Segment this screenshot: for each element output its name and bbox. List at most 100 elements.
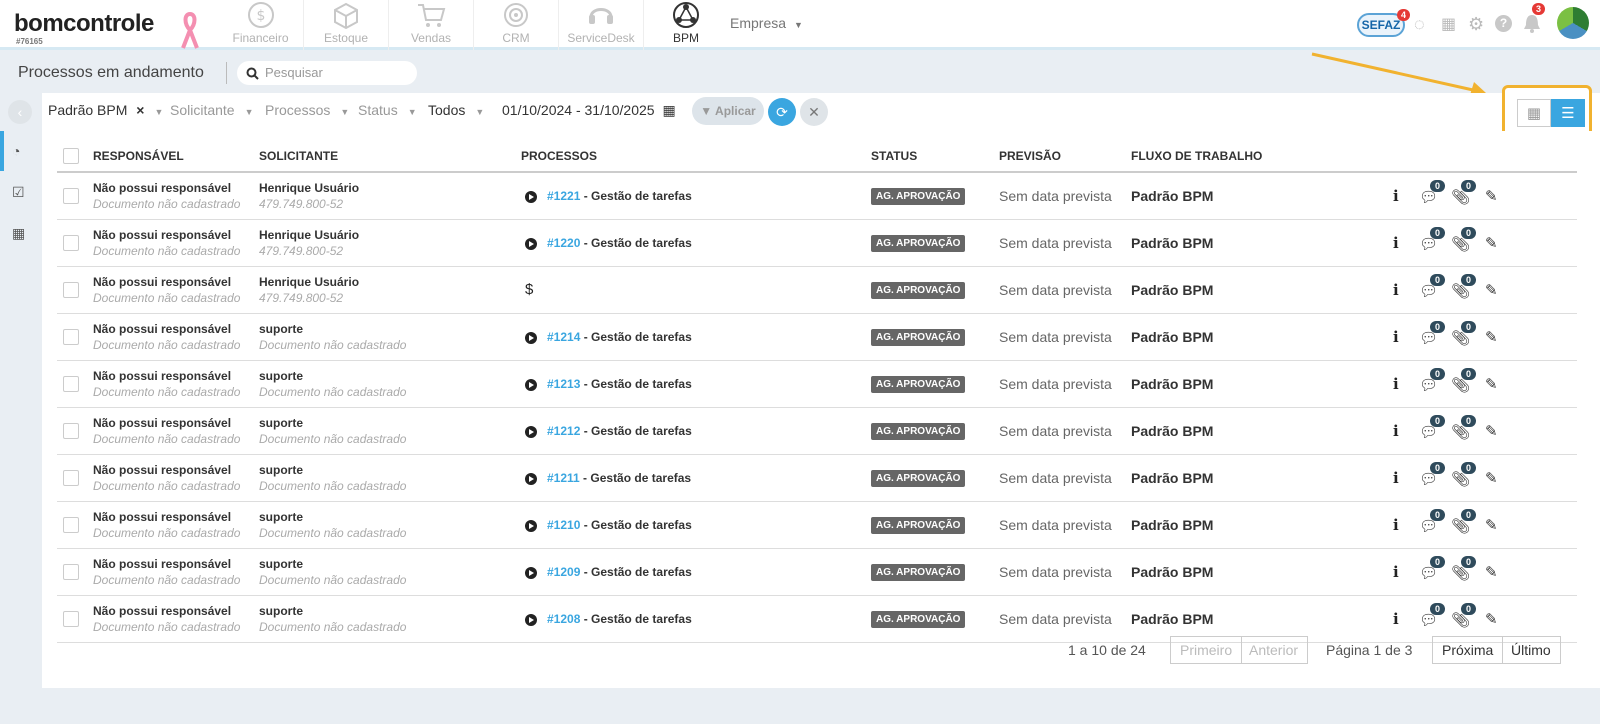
dashboard-icon[interactable]: ◔ <box>12 143 20 159</box>
info-icon[interactable]: i <box>1393 375 1399 393</box>
table-row[interactable]: Não possui responsável Documento não cada… <box>57 501 1577 549</box>
header-requester[interactable]: SOLICITANTE <box>259 140 521 173</box>
select-all-checkbox[interactable] <box>63 147 79 164</box>
row-checkbox[interactable] <box>63 281 79 298</box>
help-icon[interactable]: ? <box>1495 15 1512 32</box>
play-icon[interactable] <box>525 378 537 391</box>
process-id-link[interactable]: #1214 <box>547 330 580 344</box>
module-bpm[interactable]: BPM <box>643 0 728 50</box>
module-servicedesk[interactable]: ServiceDesk <box>558 0 643 50</box>
edit-icon[interactable]: ✎ <box>1485 281 1498 299</box>
process-id-link[interactable]: #1209 <box>547 565 580 579</box>
bell-icon[interactable] <box>1523 14 1541 39</box>
header-status[interactable]: STATUS <box>871 140 999 173</box>
filter-all[interactable]: Todos ▼ <box>428 102 484 118</box>
company-dropdown[interactable]: Empresa ▼ <box>730 15 803 31</box>
play-icon[interactable] <box>525 425 537 438</box>
row-checkbox[interactable] <box>63 516 79 533</box>
module-financeiro[interactable]: $ Financeiro <box>218 0 303 50</box>
row-checkbox[interactable] <box>63 187 79 204</box>
filter-requester[interactable]: Solicitante ▼ <box>170 102 254 118</box>
back-button[interactable]: ‹ <box>8 100 32 124</box>
info-icon[interactable]: i <box>1393 187 1399 205</box>
process-id-link[interactable]: #1212 <box>547 424 580 438</box>
process-id-link[interactable]: #1210 <box>547 518 580 532</box>
grid-view-button[interactable]: ▦ <box>1517 99 1551 127</box>
search-input[interactable]: Pesquisar <box>237 61 417 85</box>
edit-icon[interactable]: ✎ <box>1485 469 1498 487</box>
table-row[interactable]: Não possui responsável Documento não cada… <box>57 360 1577 408</box>
process-id-link[interactable]: #1220 <box>547 236 580 250</box>
info-icon[interactable]: i <box>1393 563 1399 581</box>
process-id-link[interactable]: #1208 <box>547 612 580 626</box>
play-icon[interactable] <box>525 472 537 485</box>
previous-page-button[interactable]: Anterior <box>1240 636 1309 664</box>
process-id-link[interactable]: #1213 <box>547 377 580 391</box>
row-checkbox[interactable] <box>63 328 79 345</box>
row-checkbox[interactable] <box>63 375 79 392</box>
play-icon[interactable] <box>525 331 537 344</box>
table-row[interactable]: Não possui responsável Documento não cada… <box>57 407 1577 455</box>
info-icon[interactable]: i <box>1393 610 1399 628</box>
table-row[interactable]: Não possui responsável Documento não cada… <box>57 219 1577 267</box>
info-icon[interactable]: i <box>1393 281 1399 299</box>
header-processes[interactable]: PROCESSOS <box>521 140 871 173</box>
process-id-link[interactable]: #1211 <box>547 471 580 485</box>
table-row[interactable]: Não possui responsável Documento não cada… <box>57 595 1577 643</box>
next-page-button[interactable]: Próxima <box>1432 636 1504 664</box>
row-checkbox[interactable] <box>63 563 79 580</box>
whatsapp-icon[interactable]: ◌ <box>1414 14 1425 35</box>
calendar-icon[interactable]: ▦ <box>12 225 25 242</box>
edit-icon[interactable]: ✎ <box>1485 234 1498 252</box>
module-estoque[interactable]: Estoque <box>303 0 388 50</box>
row-checkbox[interactable] <box>63 422 79 439</box>
date-range-picker[interactable]: 01/10/2024 - 31/10/2025 ▦ <box>502 102 676 119</box>
app-logo[interactable]: bomcontrole <box>14 10 154 38</box>
list-view-button[interactable]: ☰ <box>1551 99 1585 127</box>
header-forecast[interactable]: PREVISÃO <box>999 140 1131 173</box>
table-row[interactable]: Não possui responsável Documento não cada… <box>57 266 1577 314</box>
info-icon[interactable]: i <box>1393 234 1399 252</box>
row-checkbox[interactable] <box>63 234 79 251</box>
avatar[interactable] <box>1557 7 1589 39</box>
filter-processes[interactable]: Processos ▼ <box>265 102 349 118</box>
edit-icon[interactable]: ✎ <box>1485 422 1498 440</box>
info-icon[interactable]: i <box>1393 516 1399 534</box>
header-responsible[interactable]: RESPONSÁVEL <box>93 140 259 173</box>
refresh-button[interactable]: ⟳ <box>768 98 796 126</box>
checklist-icon[interactable]: ☑ <box>12 184 25 201</box>
edit-icon[interactable]: ✎ <box>1485 187 1498 205</box>
edit-icon[interactable]: ✎ <box>1485 375 1498 393</box>
table-row[interactable]: Não possui responsável Documento não cada… <box>57 548 1577 596</box>
header-workflow[interactable]: FLUXO DE TRABALHO <box>1131 140 1393 173</box>
first-page-button[interactable]: Primeiro <box>1170 636 1243 664</box>
module-crm[interactable]: CRM <box>473 0 558 50</box>
edit-icon[interactable]: ✎ <box>1485 563 1498 581</box>
info-icon[interactable]: i <box>1393 422 1399 440</box>
table-row[interactable]: Não possui responsável Documento não cada… <box>57 454 1577 502</box>
apply-button[interactable]: ▼ Aplicar <box>692 97 764 125</box>
play-icon[interactable] <box>525 190 537 203</box>
filter-workflow[interactable]: Padrão BPM × ▼ <box>48 102 163 118</box>
row-checkbox[interactable] <box>63 469 79 486</box>
process-id-link[interactable]: #1221 <box>547 189 580 203</box>
last-page-button[interactable]: Último <box>1502 636 1561 664</box>
play-icon[interactable] <box>525 237 537 250</box>
edit-icon[interactable]: ✎ <box>1485 516 1498 534</box>
play-icon[interactable] <box>525 613 537 626</box>
play-icon[interactable] <box>525 519 537 532</box>
row-checkbox[interactable] <box>63 610 79 627</box>
info-icon[interactable]: i <box>1393 469 1399 487</box>
module-vendas[interactable]: Vendas <box>388 0 473 50</box>
calendar-icon[interactable]: ▦ <box>1441 14 1456 34</box>
table-row[interactable]: Não possui responsável Documento não cada… <box>57 313 1577 361</box>
edit-icon[interactable]: ✎ <box>1485 610 1498 628</box>
clear-filters-button[interactable]: ✕ <box>800 98 828 126</box>
edit-icon[interactable]: ✎ <box>1485 328 1498 346</box>
table-row[interactable]: Não possui responsável Documento não cada… <box>57 172 1577 220</box>
play-icon[interactable] <box>525 566 537 579</box>
gear-icon[interactable]: ⚙ <box>1468 14 1484 35</box>
filter-status[interactable]: Status ▼ <box>358 102 417 118</box>
info-icon[interactable]: i <box>1393 328 1399 346</box>
clear-workflow-icon[interactable]: × <box>136 102 144 118</box>
